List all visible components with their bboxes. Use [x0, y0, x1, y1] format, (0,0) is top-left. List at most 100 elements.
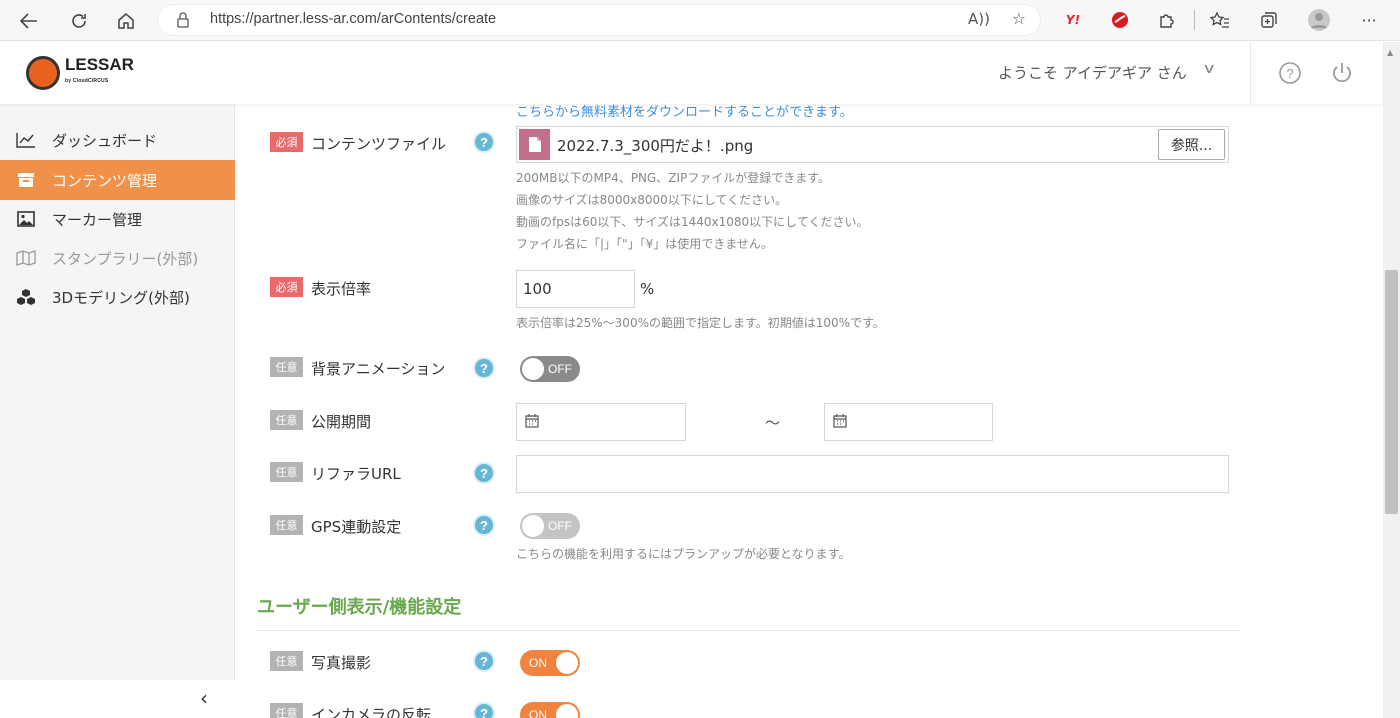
trend-extension-icon[interactable] — [1108, 8, 1132, 32]
free-material-link[interactable]: こちらから無料素材をダウンロードすることができます。 — [516, 104, 853, 120]
publish-start-date-input[interactable] — [516, 403, 686, 441]
toggle-state-label: ON — [529, 656, 547, 670]
content-file-field[interactable]: 2022.7.3_300円だよ！.png 参照... — [516, 126, 1229, 163]
calendar-icon — [525, 414, 539, 428]
sidebar-item-markers[interactable]: マーカー管理 — [0, 199, 235, 239]
sidebar-item-3d-modeling[interactable]: 3Dモデリング(外部) — [0, 277, 235, 317]
user-settings-section-title: ユーザー側表示/機能設定 — [257, 597, 462, 618]
more-menu-icon[interactable]: ··· — [1357, 8, 1381, 32]
sidebar-item-label: コンテンツ管理 — [52, 171, 158, 190]
help-circle-icon[interactable]: ? — [1278, 61, 1302, 85]
help-icon[interactable]: ? — [473, 131, 495, 153]
section-divider — [257, 630, 1240, 631]
archive-box-icon — [18, 173, 34, 187]
sidebar-item-label: マーカー管理 — [52, 210, 143, 229]
arrow-left-icon — [20, 13, 37, 29]
display-scale-input[interactable]: 100 — [516, 270, 635, 308]
favorites-list-icon[interactable] — [1208, 8, 1232, 32]
toggle-state-label: ON — [529, 708, 547, 718]
browser-toolbar: https://partner.less-ar.com/arContents/c… — [0, 0, 1400, 41]
hint-line: 動画のfpsは60以下、サイズは1440x1080以下にしてください。 — [516, 215, 869, 229]
sidebar: ダッシュボード コンテンツ管理 マーカー管理 スタンプラリー(外部) 3Dモデリ… — [0, 104, 235, 718]
toolbar-divider — [1194, 10, 1195, 30]
file-icon — [519, 129, 550, 160]
hint-line: 画像のサイズは8000x8000以下にしてください。 — [516, 193, 788, 207]
optional-badge: 任意 — [270, 462, 303, 482]
map-icon — [16, 250, 36, 266]
required-badge: 必須 — [270, 277, 303, 297]
home-button[interactable] — [111, 6, 141, 36]
sidebar-item-label: 3Dモデリング(外部) — [52, 288, 190, 307]
optional-badge: 任意 — [270, 651, 303, 671]
content-form: こちらから無料素材をダウンロードすることができます。 必須 コンテンツファイル … — [236, 104, 1383, 718]
collections-icon[interactable] — [1257, 8, 1281, 32]
sidebar-item-contents[interactable]: コンテンツ管理 — [0, 160, 235, 200]
scrollbar-thumb[interactable] — [1385, 270, 1398, 514]
toggle-state-label: OFF — [548, 362, 572, 376]
chart-line-icon — [16, 133, 35, 148]
sidebar-item-stamp-rally[interactable]: スタンプラリー(外部) — [0, 238, 235, 278]
in-camera-toggle[interactable]: ON — [520, 702, 580, 718]
in-camera-label: インカメラの反転 — [311, 706, 432, 718]
optional-badge: 任意 — [270, 357, 303, 377]
toggle-knob — [522, 515, 544, 537]
logo-subtext: by CloudCIRCUS — [65, 78, 109, 84]
welcome-user-menu[interactable]: ようこそ アイデアギア さん — [998, 62, 1187, 83]
browse-button[interactable]: 参照... — [1158, 129, 1225, 160]
required-badge: 必須 — [270, 132, 303, 152]
bg-animation-label: 背景アニメーション — [311, 360, 446, 378]
back-button[interactable] — [14, 6, 44, 36]
referrer-url-input[interactable] — [516, 455, 1229, 493]
yahoo-extension-icon[interactable]: Y! — [1061, 8, 1085, 32]
period-separator: 〜 — [765, 414, 781, 432]
publish-period-label: 公開期間 — [311, 413, 372, 431]
gps-label: GPS連動設定 — [311, 518, 402, 536]
lock-icon — [177, 12, 189, 28]
url-text: https://partner.less-ar.com/arContents/c… — [210, 11, 497, 27]
lessar-logo-mark-icon — [26, 56, 60, 90]
app-header: LESSAR by CloudCIRCUS ようこそ アイデアギア さん ∨ ? — [0, 42, 1383, 104]
read-aloud-icon[interactable]: A)) — [968, 10, 990, 28]
scroll-up-arrow-icon[interactable]: ▲ — [1387, 48, 1393, 57]
power-logout-icon[interactable] — [1330, 61, 1354, 85]
optional-badge: 任意 — [270, 515, 303, 535]
help-icon[interactable]: ? — [473, 514, 495, 536]
logo-text: LESSAR — [65, 55, 134, 74]
svg-text:?: ? — [1286, 66, 1293, 81]
calendar-icon — [833, 414, 847, 428]
toggle-knob — [522, 358, 544, 380]
help-icon[interactable]: ? — [473, 462, 495, 484]
display-scale-label: 表示倍率 — [311, 280, 372, 298]
photo-label: 写真撮影 — [311, 654, 372, 672]
gps-hint: こちらの機能を利用するにはプランアップが必要となります。 — [516, 547, 851, 561]
sidebar-item-dashboard[interactable]: ダッシュボード — [0, 120, 235, 160]
chevron-left-icon[interactable]: ‹ — [200, 686, 208, 710]
toggle-knob — [556, 652, 578, 674]
optional-badge: 任意 — [270, 703, 303, 718]
reload-button[interactable] — [64, 6, 94, 36]
help-icon[interactable]: ? — [473, 357, 495, 379]
address-bar[interactable]: https://partner.less-ar.com/arContents/c… — [158, 5, 1040, 35]
toggle-state-label: OFF — [548, 519, 572, 533]
hint-line: ファイル名に「|」「"」「¥」は使用できません。 — [516, 237, 773, 251]
toggle-knob — [556, 704, 578, 718]
selected-file-name: 2022.7.3_300円だよ！.png — [557, 137, 754, 155]
chevron-down-icon[interactable]: ∨ — [1202, 61, 1216, 77]
extensions-puzzle-icon[interactable] — [1155, 8, 1179, 32]
photo-toggle[interactable]: ON — [520, 650, 580, 676]
gps-toggle[interactable]: OFF — [520, 513, 580, 539]
help-icon[interactable]: ? — [473, 650, 495, 672]
publish-end-date-input[interactable] — [824, 403, 993, 441]
cubes-icon — [17, 289, 35, 305]
profile-avatar-icon[interactable] — [1307, 8, 1331, 32]
bg-animation-toggle[interactable]: OFF — [520, 356, 580, 382]
help-icon[interactable]: ? — [473, 702, 495, 718]
favorite-star-icon[interactable]: ☆ — [1012, 9, 1026, 28]
referrer-url-label: リファラURL — [311, 465, 401, 483]
hint-line: 200MB以下のMP4、PNG、ZIPファイルが登録できます。 — [516, 171, 831, 185]
lessar-logo[interactable]: LESSAR by CloudCIRCUS — [26, 56, 134, 90]
sidebar-item-label: ダッシュボード — [52, 131, 158, 150]
home-icon — [118, 13, 134, 29]
optional-badge: 任意 — [270, 410, 303, 430]
page-scrollbar[interactable]: ▲ — [1383, 42, 1400, 718]
